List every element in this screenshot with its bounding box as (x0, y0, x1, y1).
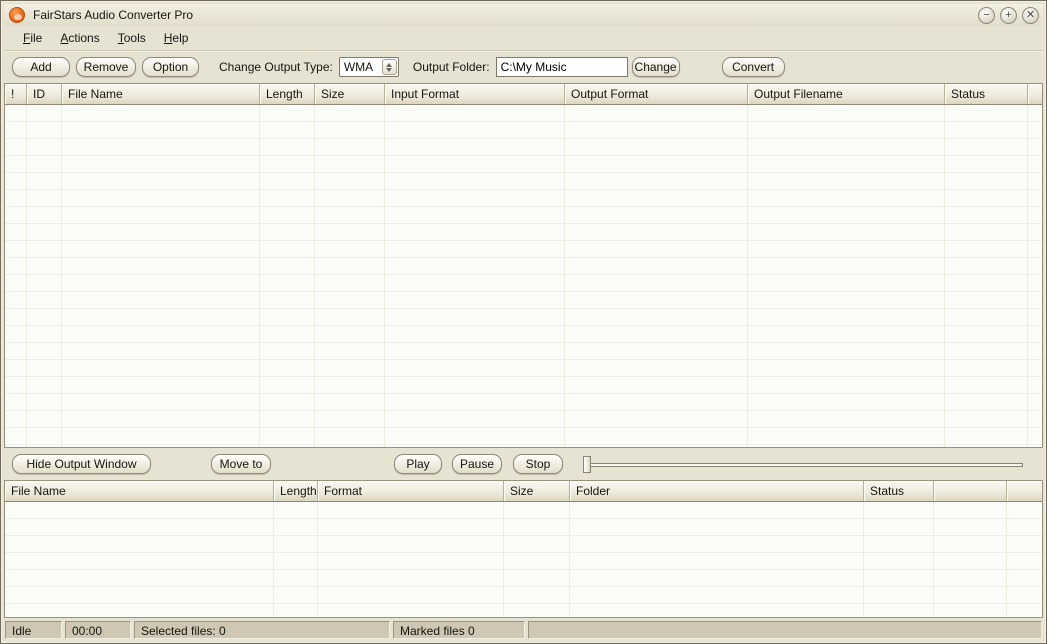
add-button[interactable]: Add (12, 57, 70, 77)
column-header-length[interactable]: Length (260, 84, 315, 104)
table-column-length (274, 502, 318, 617)
column-header-blank[interactable] (934, 481, 1007, 501)
table-column-status (945, 105, 1028, 447)
column-header-size[interactable]: Size (315, 84, 385, 104)
statusbar-section-00-00: 00:00 (65, 621, 131, 639)
table-column-blank (5, 105, 27, 447)
menu-bar: FileActionsToolsHelp (4, 26, 1043, 51)
output-type-combobox[interactable]: WMA (339, 57, 399, 77)
move-to-button[interactable]: Move to (211, 454, 271, 474)
column-header-file-name[interactable]: File Name (62, 84, 260, 104)
stop-button[interactable]: Stop (513, 454, 563, 474)
column-header-filler (1007, 481, 1042, 501)
statusbar-section-selected-files-0: Selected files: 0 (134, 621, 390, 639)
column-header-status[interactable]: Status (945, 84, 1028, 104)
arrow-up-icon (386, 63, 392, 67)
column-header-file-name[interactable]: File Name (5, 481, 274, 501)
arrow-down-icon (386, 68, 392, 72)
output-panel-toolbar: Hide Output Window Move to Play Pause St… (4, 448, 1043, 480)
output-folder-input[interactable] (496, 57, 628, 77)
conversion-list-body[interactable] (5, 105, 1042, 447)
status-bar: Idle00:00Selected files: 0Marked files 0 (4, 620, 1043, 640)
column-header-id[interactable]: ID (27, 84, 62, 104)
table-column-size (504, 502, 570, 617)
statusbar-section-empty (528, 621, 1042, 639)
menu-item-help[interactable]: Help (155, 28, 198, 48)
column-header-status[interactable]: Status (864, 481, 934, 501)
output-list-header: File NameLengthFormatSizeFolderStatus (5, 481, 1042, 502)
table-column-output-format (565, 105, 748, 447)
option-button[interactable]: Option (142, 57, 199, 77)
slider-thumb[interactable] (583, 456, 591, 473)
menu-item-actions[interactable]: Actions (51, 28, 108, 48)
window-title: FairStars Audio Converter Pro (33, 8, 193, 22)
output-folder-label: Output Folder: (413, 60, 490, 74)
output-type-label: Change Output Type: (219, 60, 333, 74)
column-header-output-filename[interactable]: Output Filename (748, 84, 945, 104)
table-column-folder (570, 502, 864, 617)
table-column-length (260, 105, 315, 447)
menu-item-file[interactable]: File (14, 28, 51, 48)
statusbar-section-idle: Idle (5, 621, 62, 639)
table-column-file-name (5, 502, 274, 617)
app-window: FairStars Audio Converter Pro − + ✕ File… (0, 0, 1047, 644)
output-list-body[interactable] (5, 502, 1042, 617)
table-column-input-format (385, 105, 565, 447)
column-header-format[interactable]: Format (318, 481, 504, 501)
output-file-list: File NameLengthFormatSizeFolderStatus (4, 480, 1043, 618)
slider-track (583, 463, 1023, 467)
conversion-list-header: !IDFile NameLengthSizeInput FormatOutput… (5, 84, 1042, 105)
output-type-value: WMA (340, 60, 382, 74)
app-icon (9, 7, 25, 23)
maximize-button[interactable]: + (1000, 7, 1017, 24)
table-column-status (864, 502, 934, 617)
change-folder-button[interactable]: Change (632, 57, 680, 77)
playback-slider[interactable] (583, 456, 1023, 473)
table-column-size (315, 105, 385, 447)
statusbar-section-marked-files-0: Marked files 0 (393, 621, 525, 639)
remove-button[interactable]: Remove (76, 57, 136, 77)
combo-spinner-icon[interactable] (382, 59, 397, 75)
table-column-blank (934, 502, 1007, 617)
main-toolbar: Add Remove Option Change Output Type: WM… (4, 51, 1043, 83)
convert-button[interactable]: Convert (722, 57, 785, 77)
column-header-length[interactable]: Length (274, 481, 318, 501)
table-column-format (318, 502, 504, 617)
column-header-folder[interactable]: Folder (570, 481, 864, 501)
close-button[interactable]: ✕ (1022, 7, 1039, 24)
conversion-file-list: !IDFile NameLengthSizeInput FormatOutput… (4, 83, 1043, 448)
window-controls: − + ✕ (978, 7, 1039, 24)
menu-item-tools[interactable]: Tools (109, 28, 155, 48)
hide-output-window-button[interactable]: Hide Output Window (12, 454, 151, 474)
minimize-button[interactable]: − (978, 7, 995, 24)
column-header-input-format[interactable]: Input Format (385, 84, 565, 104)
table-column-output-filename (748, 105, 945, 447)
column-header-blank[interactable]: ! (5, 84, 27, 104)
table-column-id (27, 105, 62, 447)
play-button[interactable]: Play (394, 454, 442, 474)
column-header-filler (1028, 84, 1042, 104)
pause-button[interactable]: Pause (452, 454, 502, 474)
table-column-file-name (62, 105, 260, 447)
column-header-output-format[interactable]: Output Format (565, 84, 748, 104)
title-bar: FairStars Audio Converter Pro − + ✕ (4, 4, 1043, 26)
column-header-size[interactable]: Size (504, 481, 570, 501)
